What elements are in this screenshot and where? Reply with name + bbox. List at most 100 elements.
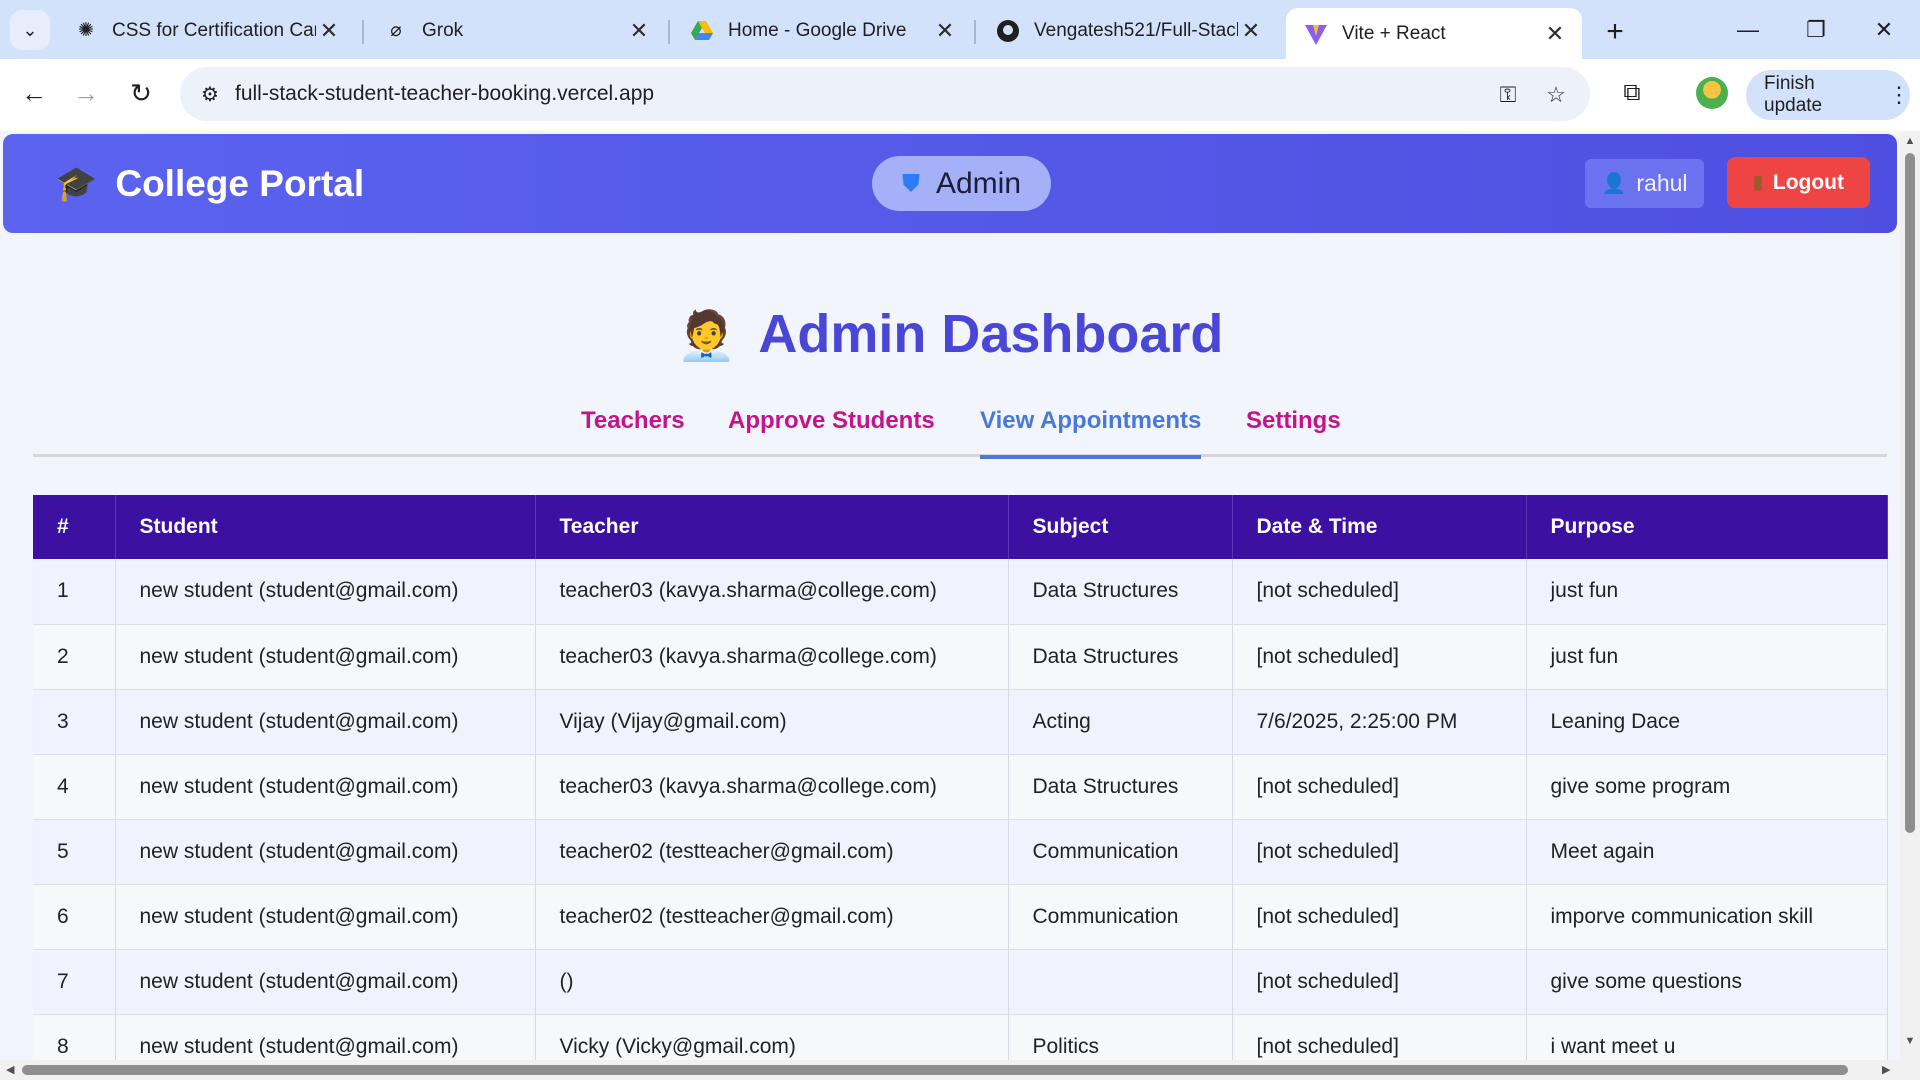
tab-separator [362,20,364,44]
scroll-right-icon[interactable]: ▶ [1882,1063,1890,1076]
tab-title: Home - Google Drive [728,19,907,41]
table-cell: [not scheduled] [1232,884,1527,950]
close-tab-icon[interactable]: ✕ [626,18,652,44]
new-tab-icon[interactable]: + [1597,14,1633,50]
table-row: 4 new student (student@gmail.com) teacher0… [33,754,1888,820]
page-viewport: 🎓 College Portal ⛊ Admin 👤 rahul ▮ Logou… [0,131,1900,1060]
minimize-icon[interactable]: — [1726,12,1770,48]
browser-tab-strip: ⌄ ✺ CSS for Certification Card ✕ ⌀ Grok … [0,0,1920,59]
table-cell: Vicky (Vicky@gmail.com) [535,1014,1009,1060]
brand[interactable]: 🎓 College Portal [55,163,364,205]
table-cell: new student (student@gmail.com) [115,884,536,950]
table-cell: Data Structures [1008,624,1233,690]
page-title: 🧑‍💼 Admin Dashboard [0,303,1900,365]
tab-search-icon[interactable]: ⌄ [10,10,50,50]
table-cell: Leaning Dace [1526,689,1888,755]
table-cell: new student (student@gmail.com) [115,624,536,690]
table-cell: just fun [1526,624,1888,690]
role-label: Admin [935,166,1022,200]
table-cell: [not scheduled] [1232,559,1527,625]
logout-button[interactable]: ▮ Logout [1727,157,1870,208]
tab-teachers[interactable]: Teachers [581,407,685,457]
table-cell: teacher03 (kavya.sharma@college.com) [535,754,1009,820]
column-header: Teacher [535,495,1009,559]
table-cell: 4 [33,754,116,820]
tab-separator [668,20,670,44]
bookmark-star-icon[interactable]: ☆ [1541,80,1571,110]
extensions-icon[interactable]: ⧉ [1614,75,1650,111]
table-cell: Data Structures [1008,754,1233,820]
table-cell: [not scheduled] [1232,949,1527,1015]
table-row: 3 new student (student@gmail.com) Vijay (V… [33,689,1888,755]
restore-icon[interactable]: ❐ [1794,12,1838,48]
github-icon [996,19,1020,43]
table-cell: Data Structures [1008,559,1233,625]
finish-update-button[interactable]: Finish update ⋮ [1746,70,1910,120]
address-bar[interactable]: ⚙ full-stack-student-teacher-booking.ver… [180,67,1590,121]
browser-tab[interactable]: Vengatesh521/Full-Stack ✕ [978,8,1278,53]
openai-icon: ✺ [78,20,94,41]
forward-icon[interactable]: → [66,73,106,113]
tab-settings[interactable]: Settings [1246,407,1341,457]
tab-title: Vengatesh521/Full-Stack [1034,19,1238,41]
table-header-row: # Student Teacher Subject Date & Time Pu… [33,495,1888,559]
door-icon: ▮ [1752,172,1763,192]
vertical-scrollbar[interactable]: ▲ ▼ [1900,131,1920,1060]
scroll-up-icon[interactable]: ▲ [1904,135,1916,147]
table-cell: Meet again [1526,819,1888,885]
table-row: 2 new student (student@gmail.com) teacher0… [33,624,1888,690]
table-cell: 1 [33,559,116,625]
app-header: 🎓 College Portal ⛊ Admin 👤 rahul ▮ Logou… [3,134,1897,233]
browser-toolbar: ← → ↻ ⚙ full-stack-student-teacher-booki… [0,59,1920,131]
browser-tab[interactable]: Home - Google Drive ✕ [672,8,972,53]
reload-icon[interactable]: ↻ [121,73,161,113]
tab-approve-students[interactable]: Approve Students [728,407,935,457]
profile-avatar[interactable] [1696,77,1728,109]
column-header: Student [115,495,536,559]
scroll-left-icon[interactable]: ◀ [6,1063,14,1076]
table-cell: new student (student@gmail.com) [115,754,536,820]
back-icon[interactable]: ← [14,73,54,113]
column-header: Date & Time [1232,495,1527,559]
table-cell: i want meet u [1526,1014,1888,1060]
table-cell: teacher03 (kavya.sharma@college.com) [535,624,1009,690]
admin-person-icon: 🧑‍💼 [676,310,737,363]
close-tab-icon[interactable]: ✕ [1542,21,1568,47]
table-cell: 2 [33,624,116,690]
finish-update-label: Finish update [1764,73,1823,116]
tab-view-appointments[interactable]: View Appointments [980,407,1202,459]
table-cell: give some questions [1526,949,1888,1015]
tab-title: CSS for Certification Card [112,19,316,41]
password-key-icon[interactable]: ⚿ [1493,80,1523,110]
browser-tab[interactable]: ⌀ Grok ✕ [366,8,666,53]
close-tab-icon[interactable]: ✕ [316,18,342,44]
horizontal-scrollbar[interactable]: ◀ ▶ [0,1060,1920,1080]
vertical-scroll-thumb[interactable] [1905,153,1915,833]
page-title-text: Admin Dashboard [758,304,1224,364]
logout-label: Logout [1772,170,1845,194]
scroll-down-icon[interactable]: ▼ [1904,1035,1916,1047]
google-drive-icon [690,19,714,43]
column-header: Purpose [1526,495,1888,559]
more-menu-icon[interactable]: ⋮ [1888,82,1910,108]
vite-icon [1304,22,1328,46]
column-header: # [33,495,116,559]
close-window-icon[interactable]: ✕ [1862,12,1906,48]
browser-tab-active[interactable]: Vite + React ✕ [1286,8,1582,59]
appointments-table: # Student Teacher Subject Date & Time Pu… [33,495,1888,1060]
table-cell: Vijay (Vijay@gmail.com) [535,689,1009,755]
browser-tab[interactable]: ✺ CSS for Certification Card ✕ [56,8,356,53]
close-tab-icon[interactable]: ✕ [1238,18,1264,44]
table-cell: new student (student@gmail.com) [115,689,536,755]
table-cell: Politics [1008,1014,1233,1060]
table-cell: 7 [33,949,116,1015]
table-cell: [not scheduled] [1232,754,1527,820]
horizontal-scroll-thumb[interactable] [22,1065,1848,1075]
table-row: 8 new student (student@gmail.com) Vicky (V… [33,1014,1888,1060]
site-info-icon[interactable]: ⚙ [196,80,224,108]
role-badge: ⛊ Admin [872,156,1051,211]
close-tab-icon[interactable]: ✕ [932,18,958,44]
table-cell: teacher03 (kavya.sharma@college.com) [535,559,1009,625]
grok-icon: ⌀ [390,20,402,41]
table-row: 7 new student (student@gmail.com)() [not s… [33,949,1888,1015]
